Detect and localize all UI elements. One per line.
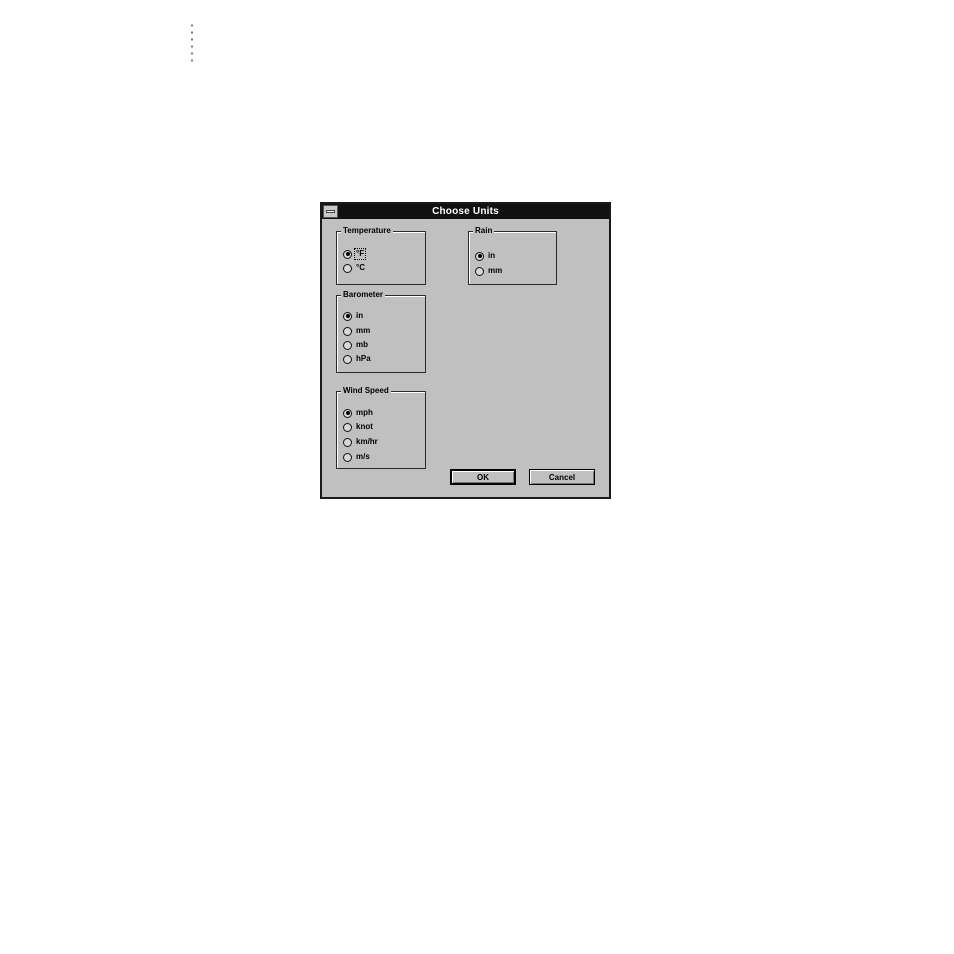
wind-speed-option-label: m/s — [356, 452, 370, 461]
choose-units-dialog: Choose Units Temperature °F °C Rain in m… — [320, 202, 611, 499]
rain-option-label: mm — [488, 266, 503, 275]
wind-speed-option-ms[interactable]: m/s — [343, 451, 370, 463]
barometer-option-label: mb — [356, 340, 368, 349]
dialog-title: Choose Units — [432, 206, 499, 217]
barometer-option-mm[interactable]: mm — [343, 325, 370, 337]
rain-group-label: Rain — [473, 226, 495, 236]
wind-speed-option-label: km/hr — [356, 437, 378, 446]
radio-button[interactable] — [343, 263, 352, 273]
radio-button[interactable] — [475, 251, 484, 261]
wind-speed-option-mph[interactable]: mph — [343, 407, 373, 419]
barometer-group: Barometer in mm mb hPa — [336, 290, 426, 373]
barometer-group-label: Barometer — [341, 290, 386, 300]
temperature-option-label: °C — [356, 263, 365, 272]
title-bar: Choose Units — [322, 204, 609, 219]
temperature-option-c[interactable]: °C — [343, 262, 365, 274]
rain-option-in[interactable]: in — [475, 250, 495, 262]
temperature-option-f[interactable]: °F — [343, 248, 367, 260]
temperature-group-label: Temperature — [341, 226, 393, 236]
barometer-option-label: mm — [356, 326, 371, 335]
temperature-option-label: °F — [354, 248, 367, 260]
barometer-option-mb[interactable]: mb — [343, 339, 368, 351]
barometer-option-in[interactable]: in — [343, 310, 363, 322]
page-margin-dots — [190, 22, 194, 66]
wind-speed-option-label: mph — [356, 408, 373, 417]
radio-button[interactable] — [343, 408, 352, 418]
ok-button[interactable]: OK — [450, 469, 516, 485]
wind-speed-option-kmhr[interactable]: km/hr — [343, 436, 378, 448]
radio-button[interactable] — [343, 326, 352, 336]
barometer-option-label: in — [356, 311, 364, 320]
cancel-button-label: Cancel — [548, 472, 576, 482]
rain-group: Rain in mm — [468, 226, 557, 285]
wind-speed-option-label: knot — [356, 422, 373, 431]
wind-speed-group: Wind Speed mph knot km/hr m/s — [336, 386, 426, 469]
system-menu-icon[interactable] — [323, 205, 338, 218]
rain-option-label: in — [488, 251, 496, 260]
wind-speed-option-knot[interactable]: knot — [343, 421, 373, 433]
barometer-option-hpa[interactable]: hPa — [343, 353, 371, 365]
rain-option-mm[interactable]: mm — [475, 265, 502, 277]
temperature-group: Temperature °F °C — [336, 226, 426, 285]
radio-button[interactable] — [475, 266, 484, 276]
radio-button[interactable] — [343, 452, 352, 462]
radio-button[interactable] — [343, 354, 352, 364]
radio-button[interactable] — [343, 340, 352, 350]
ok-button-label: OK — [477, 472, 489, 482]
radio-button[interactable] — [343, 311, 352, 321]
radio-button[interactable] — [343, 422, 352, 432]
radio-button[interactable] — [343, 249, 352, 259]
wind-speed-group-label: Wind Speed — [341, 386, 391, 396]
barometer-option-label: hPa — [356, 354, 371, 363]
radio-button[interactable] — [343, 437, 352, 447]
cancel-button[interactable]: Cancel — [529, 469, 595, 485]
